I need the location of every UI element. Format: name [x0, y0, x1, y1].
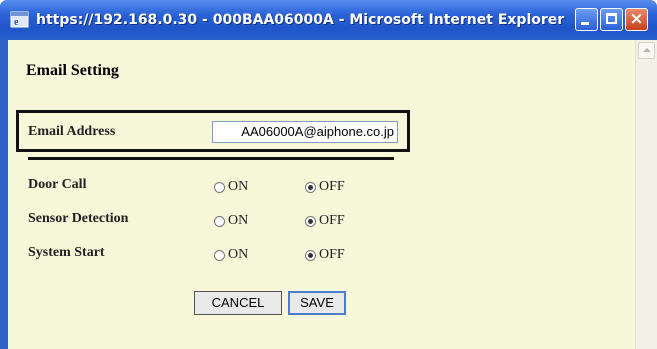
ie-icon: e	[10, 11, 29, 28]
radio-label: ON	[228, 213, 249, 228]
svg-text:e: e	[14, 17, 19, 28]
radio-icon	[214, 215, 225, 227]
cancel-button[interactable]: CANCEL	[194, 291, 282, 315]
sensor-detection-label: Sensor Detection	[28, 211, 129, 226]
system-start-label: System Start	[28, 245, 105, 260]
maximize-icon	[606, 13, 617, 24]
minimize-button[interactable]	[575, 8, 598, 31]
close-icon: ×	[629, 9, 644, 29]
radio-checked-icon	[305, 249, 316, 261]
save-button[interactable]: SAVE	[288, 291, 346, 315]
close-button[interactable]: ×	[625, 8, 648, 31]
sensor-detection-off-radio[interactable]: OFF	[305, 213, 345, 229]
vertical-scrollbar[interactable]	[635, 40, 657, 349]
title-bar[interactable]: e https://192.168.0.30 - 000BAA06000A - …	[0, 0, 657, 40]
radio-label: ON	[228, 179, 249, 194]
browser-window: e https://192.168.0.30 - 000BAA06000A - …	[0, 0, 657, 349]
radio-checked-icon	[305, 215, 316, 227]
door-call-off-radio[interactable]: OFF	[305, 179, 345, 195]
system-start-off-radio[interactable]: OFF	[305, 247, 345, 263]
page-title: Email Setting	[26, 62, 119, 79]
minimize-icon	[581, 22, 589, 25]
radio-icon	[214, 181, 225, 193]
email-address-label: Email Address	[28, 124, 116, 139]
divider	[28, 157, 394, 160]
door-call-on-radio[interactable]: ON	[214, 179, 248, 195]
scroll-up-icon[interactable]	[638, 42, 655, 59]
window-title: https://192.168.0.30 - 000BAA06000A - Mi…	[36, 12, 565, 28]
radio-label: OFF	[319, 179, 345, 194]
radio-label: OFF	[319, 247, 345, 262]
radio-checked-icon	[305, 181, 316, 193]
door-call-label: Door Call	[28, 177, 87, 192]
sensor-detection-on-radio[interactable]: ON	[214, 213, 248, 229]
page-content: Email Setting Email Address AA06000A@aip…	[8, 40, 635, 349]
system-start-on-radio[interactable]: ON	[214, 247, 248, 263]
radio-label: OFF	[319, 213, 345, 228]
radio-label: ON	[228, 247, 249, 262]
email-address-field[interactable]: AA06000A@aiphone.co.jp	[212, 121, 398, 143]
radio-icon	[214, 249, 225, 261]
maximize-button[interactable]	[600, 8, 623, 31]
email-address-value: AA06000A@aiphone.co.jp	[241, 124, 394, 139]
